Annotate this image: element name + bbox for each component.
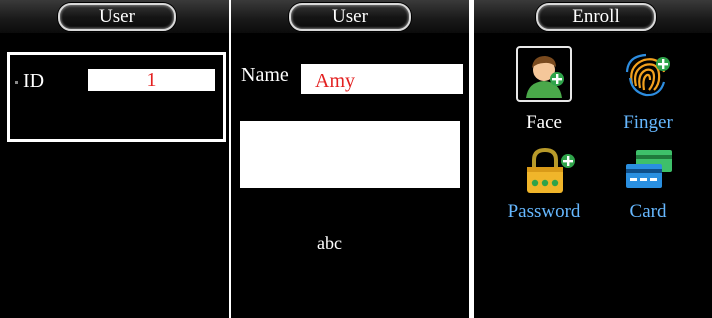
title-bar: Enroll — [474, 0, 712, 33]
enroll-finger-label: Finger — [623, 112, 673, 133]
name-label: Name — [241, 64, 289, 86]
id-label: ID — [23, 70, 45, 92]
candidate-box — [240, 121, 460, 188]
id-input[interactable]: 1 — [88, 69, 215, 91]
panel-title: User — [289, 3, 411, 31]
enroll-face-label: Face — [526, 112, 562, 133]
face-icon — [516, 46, 572, 102]
fingerprint-icon — [624, 52, 672, 98]
input-mode: abc — [317, 233, 342, 253]
panel-title: Enroll — [536, 3, 656, 31]
password-lock-icon — [524, 146, 578, 196]
title-bar: User — [0, 0, 229, 33]
name-input[interactable]: Amy — [301, 64, 463, 94]
user-id-panel: User ID 1 — [0, 0, 229, 318]
id-box — [7, 52, 226, 142]
panel-title: User — [58, 3, 176, 31]
user-name-panel: User Name Amy abc — [231, 0, 469, 318]
enroll-card-label: Card — [629, 201, 667, 222]
card-icon — [624, 148, 674, 192]
cursor-dot — [15, 81, 18, 84]
enroll-panel: Enroll Face Finger Password Card — [474, 0, 712, 318]
title-bar: User — [231, 0, 469, 33]
enroll-password-label: Password — [507, 201, 581, 222]
